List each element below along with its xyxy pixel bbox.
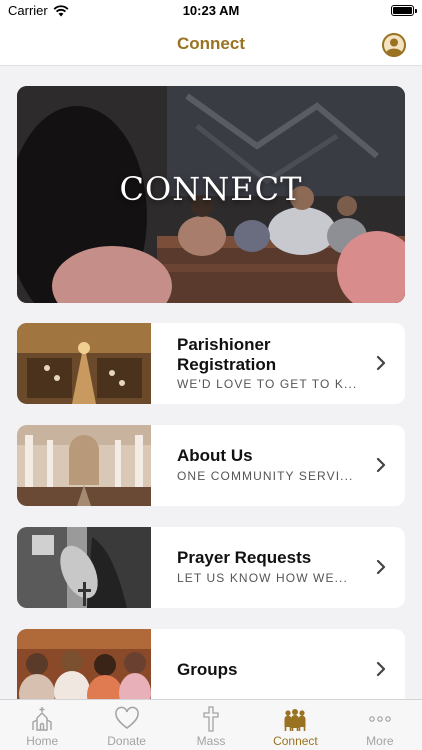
praying-hands-photo [17,527,151,608]
profile-button[interactable] [382,33,406,57]
tab-label: Connect [273,734,318,748]
tab-label: Home [26,734,59,748]
tab-donate[interactable]: Donate [84,700,168,750]
hero-title: CONNECT [119,170,303,208]
page-title: Connect [177,34,245,53]
tab-label: Mass [196,734,226,748]
church-aisle-photo [17,323,151,404]
status-bar: Carrier 10:23 AM [0,0,422,22]
content-scroll[interactable]: CONNECT Parishioner Registration WE'D LO… [0,67,422,699]
status-time: 10:23 AM [182,3,240,18]
card-subtitle: LET US KNOW HOW WE... [177,571,348,585]
group-of-women-photo [17,629,151,699]
church-interior-photo [17,425,151,506]
card-title: Groups [177,660,238,679]
card-title: Prayer Requests [177,548,312,567]
ellipsis-icon [369,716,391,722]
chevron-right-icon [376,661,386,677]
tab-label: More [366,734,394,748]
card-about-us[interactable]: About Us ONE COMMUNITY SERVI... [17,425,405,506]
tab-more[interactable]: More [338,700,422,750]
tab-bar: Home Donate Mass Connect More [0,699,422,750]
chevron-right-icon [376,355,386,371]
cross-icon [203,706,219,732]
card-title: About Us [177,446,253,465]
tab-home[interactable]: Home [0,700,84,750]
chevron-right-icon [376,457,386,473]
card-title: Parishioner Registration [177,335,277,374]
battery-icon [391,5,417,16]
tab-connect[interactable]: Connect [253,700,337,750]
navigation-bar: Connect [0,22,422,66]
card-subtitle: ONE COMMUNITY SERVI... [177,469,354,483]
person-circle-icon [382,33,406,57]
card-groups[interactable]: Groups [17,629,405,699]
chevron-right-icon [376,559,386,575]
church-icon [32,707,52,731]
card-prayer-requests[interactable]: Prayer Requests LET US KNOW HOW WE... [17,527,405,608]
tab-label: Donate [107,734,146,748]
connect-hero-banner[interactable]: CONNECT [17,86,405,303]
tab-mass[interactable]: Mass [169,700,253,750]
people-icon [284,709,306,731]
card-subtitle: WE'D LOVE TO GET TO K... [177,377,357,391]
card-parishioner-registration[interactable]: Parishioner Registration WE'D LOVE TO GE… [17,323,405,404]
heart-icon [114,706,139,729]
